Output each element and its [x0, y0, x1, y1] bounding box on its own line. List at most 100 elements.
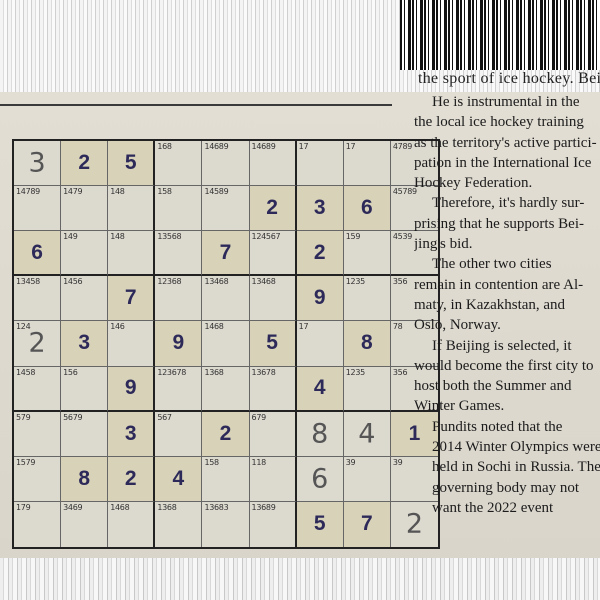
sudoku-cell[interactable]: 13468 — [249, 276, 297, 322]
sudoku-cell[interactable]: 179 — [14, 501, 62, 547]
sudoku-cell[interactable]: 1456 — [61, 276, 109, 322]
sudoku-cell[interactable]: 2 — [249, 186, 297, 232]
sudoku-cell[interactable]: 7 — [108, 276, 156, 322]
sudoku-cell[interactable]: 148 — [108, 231, 156, 277]
pencil-notes: 579 — [16, 412, 31, 422]
given-digit: 2 — [78, 151, 90, 175]
pencil-notes: 13458 — [16, 277, 40, 287]
sudoku-cell[interactable]: 1458 — [14, 366, 62, 412]
sudoku-cell[interactable]: 14689 — [202, 141, 250, 187]
sudoku-cell[interactable]: 3 — [14, 141, 62, 187]
sudoku-cell[interactable]: 2 — [61, 141, 109, 187]
pencil-notes: 158 — [204, 457, 219, 467]
pencil-notes: 13683 — [204, 502, 229, 512]
article-line: want the 2022 event — [432, 499, 554, 516]
sudoku-cell[interactable]: 13683 — [202, 501, 250, 547]
sudoku-cell[interactable]: 6 — [343, 186, 391, 232]
pencil-notes: 12368 — [157, 277, 182, 287]
pencil-notes: 1468 — [110, 502, 130, 512]
pencil-notes: 39 — [345, 457, 356, 467]
sudoku-cell[interactable]: 5679 — [61, 411, 109, 457]
pencil-notes: 39 — [392, 457, 403, 467]
sudoku-cell[interactable]: 8 — [296, 411, 344, 457]
given-digit: 4 — [172, 466, 185, 490]
sudoku-cell[interactable]: 567 — [155, 411, 203, 457]
sudoku-cell[interactable]: 4 — [155, 456, 203, 502]
sudoku-cell[interactable]: 7 — [343, 501, 391, 547]
sudoku-cell[interactable]: 8 — [61, 456, 109, 502]
sudoku-cell[interactable]: 3 — [61, 321, 109, 367]
sudoku-cell[interactable]: 156 — [61, 366, 109, 412]
sudoku-cell[interactable]: 1579 — [14, 456, 62, 502]
sudoku-cell[interactable]: 3 — [108, 411, 156, 457]
sudoku-cell[interactable]: 3469 — [61, 501, 109, 547]
sudoku-cell[interactable]: 17 — [343, 141, 391, 187]
sudoku-cell[interactable]: 13468 — [202, 276, 250, 322]
sudoku-cell[interactable]: 14789 — [14, 186, 62, 232]
sudoku-cell[interactable]: 159 — [343, 231, 391, 277]
section-rule — [0, 104, 392, 106]
sudoku-cell[interactable]: 146 — [108, 321, 156, 367]
sudoku-cell[interactable]: 1468 — [202, 321, 250, 367]
sudoku-cell[interactable]: 1468 — [108, 501, 156, 547]
sudoku-cell[interactable]: 12368 — [155, 276, 203, 322]
sudoku-cell[interactable]: 4 — [296, 366, 344, 412]
sudoku-cell[interactable]: 579 — [14, 411, 62, 457]
pencil-notes: 17 — [298, 322, 309, 332]
sudoku-cell[interactable]: 13689 — [250, 501, 297, 547]
sudoku-cell[interactable]: 9 — [108, 366, 156, 412]
sudoku-cell[interactable]: 9 — [155, 321, 203, 367]
clipped-headline-line: the sport of ice hockey. Beijing. — [418, 70, 600, 87]
sudoku-cell[interactable]: 148 — [108, 186, 156, 232]
sudoku-cell[interactable]: 1235 — [343, 366, 391, 412]
pencil-notes: 17 — [345, 142, 356, 151]
sudoku-cell[interactable]: 5 — [108, 141, 156, 187]
handwritten-digit: 8 — [311, 418, 329, 450]
sudoku-cell[interactable]: 149 — [61, 231, 109, 277]
sudoku-cell[interactable]: 14689 — [249, 141, 297, 187]
pencil-notes: 1458 — [16, 367, 36, 377]
sudoku-cell[interactable]: 1235 — [343, 276, 391, 322]
sudoku-cell[interactable]: 124 2 — [14, 321, 62, 367]
sudoku-cell[interactable]: 13678 — [249, 366, 297, 412]
article-line: host both the Summer and — [414, 378, 572, 395]
handwritten-digit: 2 — [28, 327, 46, 359]
article-line: Winter Games. — [414, 398, 505, 415]
sudoku-cell[interactable]: 13568 — [155, 231, 203, 277]
sudoku-cell[interactable]: 14589 — [202, 186, 250, 232]
pencil-notes: 1579 — [16, 457, 36, 467]
sudoku-cell[interactable]: 3 — [296, 186, 344, 232]
sudoku-cell[interactable]: 679 — [249, 411, 297, 457]
sudoku-cell[interactable]: 2 — [108, 456, 156, 502]
sudoku-cell[interactable]: 1479 — [61, 186, 109, 232]
pencil-notes: 14589 — [204, 187, 229, 197]
sudoku-cell[interactable]: 9 — [296, 276, 344, 322]
sudoku-cell[interactable]: 124567 — [249, 231, 297, 277]
sudoku-cell[interactable]: 6 — [296, 456, 344, 502]
sudoku-cell[interactable]: 5 — [296, 501, 344, 547]
sudoku-cell[interactable]: 17 — [296, 141, 344, 187]
sudoku-cell[interactable]: 13458 — [14, 276, 62, 322]
sudoku-cell[interactable]: 17 — [296, 321, 344, 367]
pencil-notes: 1468 — [204, 322, 224, 332]
sudoku-cell[interactable]: 168 — [155, 141, 203, 187]
sudoku-cell[interactable]: 2 — [296, 231, 344, 277]
sudoku-cell[interactable]: 7 — [202, 231, 250, 277]
sudoku-cell[interactable]: 158 — [155, 186, 203, 232]
sudoku-cell[interactable]: 8 — [343, 321, 391, 367]
sudoku-cell[interactable]: 4 — [343, 411, 391, 457]
article-line: as the territory's active partici- — [414, 134, 597, 151]
sudoku-cell[interactable]: 6 — [14, 231, 62, 277]
pencil-notes: 78 — [392, 322, 403, 332]
sudoku-cell[interactable]: 5 — [249, 321, 297, 367]
article-line: He is instrumental in the — [432, 94, 580, 110]
sudoku-grid: 3 2 5 168 14689 14689 17 17 4789 14789 1479 148 158 1… — [12, 139, 440, 549]
sudoku-cell[interactable]: 39 — [343, 456, 391, 502]
sudoku-cell[interactable]: 118 — [249, 456, 297, 502]
sudoku-cell[interactable]: 123678 — [155, 366, 203, 412]
pencil-notes: 168 — [157, 142, 172, 151]
sudoku-cell[interactable]: 1368 — [155, 501, 203, 547]
sudoku-cell[interactable]: 2 — [202, 411, 250, 457]
sudoku-cell[interactable]: 158 — [202, 456, 250, 502]
sudoku-cell[interactable]: 1368 — [202, 366, 250, 412]
